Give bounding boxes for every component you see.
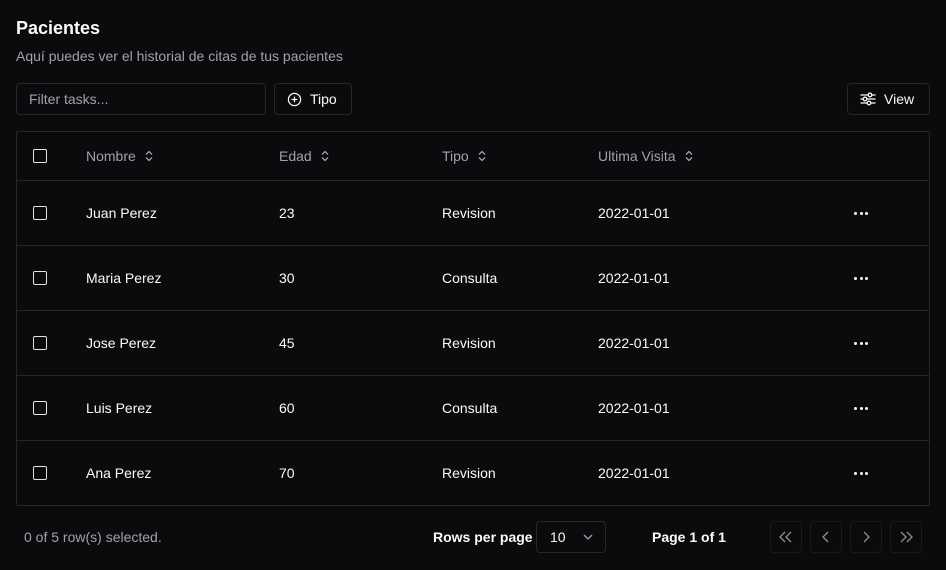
cell-edad: 30 xyxy=(279,270,295,286)
column-header-tipo[interactable]: Tipo xyxy=(442,132,487,180)
cell-ultima-visita: 2022-01-01 xyxy=(598,335,670,351)
tipo-filter-label: Tipo xyxy=(310,91,337,107)
cell-tipo: Revision xyxy=(442,335,496,351)
cell-nombre: Ana Perez xyxy=(86,465,152,481)
column-header-edad[interactable]: Edad xyxy=(279,132,330,180)
table-row: Luis Perez 60 Consulta 2022-01-01 xyxy=(17,376,929,441)
cell-ultima-visita: 2022-01-01 xyxy=(598,205,670,221)
cell-tipo: Consulta xyxy=(442,270,498,286)
page-title: Pacientes xyxy=(16,18,101,38)
cell-tipo: Revision xyxy=(442,465,496,481)
sort-icon xyxy=(145,150,153,162)
view-options-button[interactable]: View xyxy=(847,83,930,115)
chevron-right-icon xyxy=(863,531,870,543)
select-all-checkbox[interactable] xyxy=(33,149,47,163)
cell-edad: 45 xyxy=(279,335,295,351)
cell-edad: 23 xyxy=(279,205,295,221)
sort-icon xyxy=(321,150,329,162)
cell-ultima-visita: 2022-01-01 xyxy=(598,400,670,416)
column-header-nombre[interactable]: Nombre xyxy=(86,132,154,180)
rows-per-page-select[interactable]: 10 xyxy=(536,521,606,553)
table-row: Juan Perez 23 Revision 2022-01-01 xyxy=(17,181,929,246)
patients-table: Nombre Edad Tipo Ultima Visita Juan Pere… xyxy=(16,131,930,506)
cell-nombre: Juan Perez xyxy=(86,205,157,221)
rows-per-page-value: 10 xyxy=(550,529,566,545)
view-options-label: View xyxy=(884,91,915,107)
row-checkbox[interactable] xyxy=(33,466,47,480)
cell-ultima-visita: 2022-01-01 xyxy=(598,270,670,286)
table-header-row: Nombre Edad Tipo Ultima Visita xyxy=(17,132,929,181)
rows-per-page-label: Rows per page xyxy=(433,529,533,545)
chevrons-left-icon xyxy=(779,531,792,543)
page-indicator: Page 1 of 1 xyxy=(652,529,726,545)
next-page-button[interactable] xyxy=(850,521,882,553)
column-header-ultima-visita[interactable]: Ultima Visita xyxy=(598,132,694,180)
cell-nombre: Luis Perez xyxy=(86,400,153,416)
sort-icon xyxy=(478,150,486,162)
sliders-icon xyxy=(860,92,876,106)
first-page-button[interactable] xyxy=(770,521,802,553)
row-checkbox[interactable] xyxy=(33,401,47,415)
table-row: Ana Perez 70 Revision 2022-01-01 xyxy=(17,441,929,505)
cell-edad: 60 xyxy=(279,400,295,416)
plus-circle-icon xyxy=(287,92,302,107)
cell-ultima-visita: 2022-01-01 xyxy=(598,465,670,481)
cell-edad: 70 xyxy=(279,465,295,481)
row-actions-ellipsis-icon[interactable] xyxy=(850,338,872,349)
row-checkbox[interactable] xyxy=(33,271,47,285)
sort-icon xyxy=(685,150,693,162)
cell-tipo: Revision xyxy=(442,205,496,221)
table-row: Jose Perez 45 Revision 2022-01-01 xyxy=(17,311,929,376)
tipo-filter-button[interactable]: Tipo xyxy=(274,83,352,115)
filter-input[interactable] xyxy=(16,83,266,115)
selection-count: 0 of 5 row(s) selected. xyxy=(24,529,162,545)
table-row: Maria Perez 30 Consulta 2022-01-01 xyxy=(17,246,929,311)
row-actions-ellipsis-icon[interactable] xyxy=(850,208,872,219)
cell-nombre: Jose Perez xyxy=(86,335,157,351)
previous-page-button[interactable] xyxy=(810,521,842,553)
row-checkbox[interactable] xyxy=(33,336,47,350)
last-page-button[interactable] xyxy=(890,521,922,553)
row-actions-ellipsis-icon[interactable] xyxy=(850,403,872,414)
row-actions-ellipsis-icon[interactable] xyxy=(850,468,872,479)
chevron-left-icon xyxy=(822,531,829,543)
chevrons-right-icon xyxy=(900,531,913,543)
cell-nombre: Maria Perez xyxy=(86,270,162,286)
chevron-down-icon xyxy=(583,534,593,540)
row-actions-ellipsis-icon[interactable] xyxy=(850,273,872,284)
page-subtitle: Aquí puedes ver el historial de citas de… xyxy=(16,48,343,64)
row-checkbox[interactable] xyxy=(33,206,47,220)
cell-tipo: Consulta xyxy=(442,400,498,416)
